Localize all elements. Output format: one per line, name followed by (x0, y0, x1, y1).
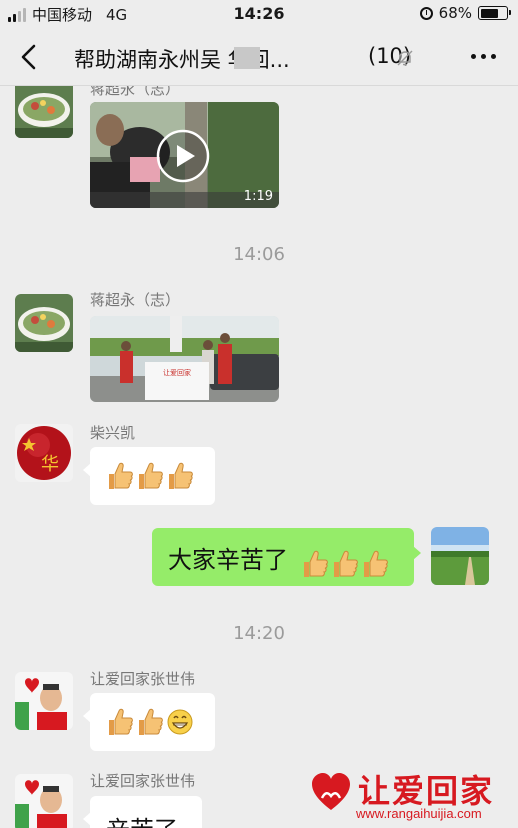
sender-name: 蒋超永（志） (90, 86, 181, 98)
thumbs-up-icon (301, 549, 329, 579)
text-message[interactable]: 辛苦了 (83, 796, 202, 828)
sender-name: 柴兴凯 (90, 424, 136, 442)
timestamp: 14:20 (233, 623, 285, 644)
avatar[interactable]: 华 (15, 424, 73, 482)
alarm-icon (419, 6, 433, 20)
avatar[interactable] (15, 294, 73, 352)
chat-header: 帮助湖南永州吴 华回... (10) (0, 28, 518, 86)
sender-name: 让爱回家张世伟 (90, 772, 196, 790)
status-bar: 中国移动 4G 14:26 68% (0, 0, 518, 28)
heart-logo-icon (312, 773, 350, 810)
thumbs-up-icon (166, 461, 194, 491)
avatar[interactable] (15, 774, 73, 828)
avatar-text: 华 (41, 454, 59, 475)
avatar[interactable] (15, 672, 73, 730)
thumbs-up-icon (361, 549, 389, 579)
mute-bell-icon (397, 50, 413, 66)
thumbs-up-icon (106, 461, 134, 491)
emoji-row (106, 462, 196, 489)
sender-name: 蒋超永（志） (90, 291, 181, 309)
outgoing-message[interactable]: 大家辛苦了 (152, 528, 421, 586)
video-duration: 1:19 (243, 189, 273, 204)
message-text: 大家辛苦了 (168, 546, 288, 574)
more-options-icon[interactable] (471, 54, 496, 59)
thumbs-up-icon (136, 707, 164, 737)
battery-fill (480, 8, 498, 18)
emoji-row (106, 708, 196, 735)
avatar[interactable] (15, 86, 73, 138)
emoji-row (301, 550, 391, 577)
chat-area[interactable]: 蒋超永（志） 1:19 14:06 蒋超永（志） 让爱回家 华 柴兴凯 大家辛苦… (0, 86, 518, 828)
sender-name: 让爱回家张世伟 (90, 670, 196, 688)
battery-icon (478, 6, 511, 20)
battery-percent: 68% (438, 4, 472, 22)
banner-text: 让爱回家 (163, 369, 191, 377)
image-message[interactable]: 让爱回家 (90, 316, 279, 402)
thumbs-up-icon (331, 549, 359, 579)
chat-title[interactable]: 帮助湖南永州吴 华回... (74, 44, 374, 72)
emoji-message[interactable] (83, 693, 215, 751)
brand-watermark: 让爱回家 www.rangaihuijia.com (308, 766, 508, 824)
title-redaction (234, 47, 260, 69)
back-icon[interactable] (18, 44, 42, 70)
my-avatar[interactable] (431, 527, 489, 585)
grin-emoji-icon (166, 707, 194, 737)
message-text: 辛苦了 (106, 816, 178, 828)
emoji-message[interactable] (83, 447, 215, 505)
timestamp: 14:06 (233, 244, 285, 265)
play-icon[interactable] (156, 129, 210, 183)
thumbs-up-icon (136, 461, 164, 491)
watermark-url: www.rangaihuijia.com (356, 806, 482, 821)
thumbs-up-icon (106, 707, 134, 737)
video-message[interactable]: 1:19 (90, 102, 279, 208)
